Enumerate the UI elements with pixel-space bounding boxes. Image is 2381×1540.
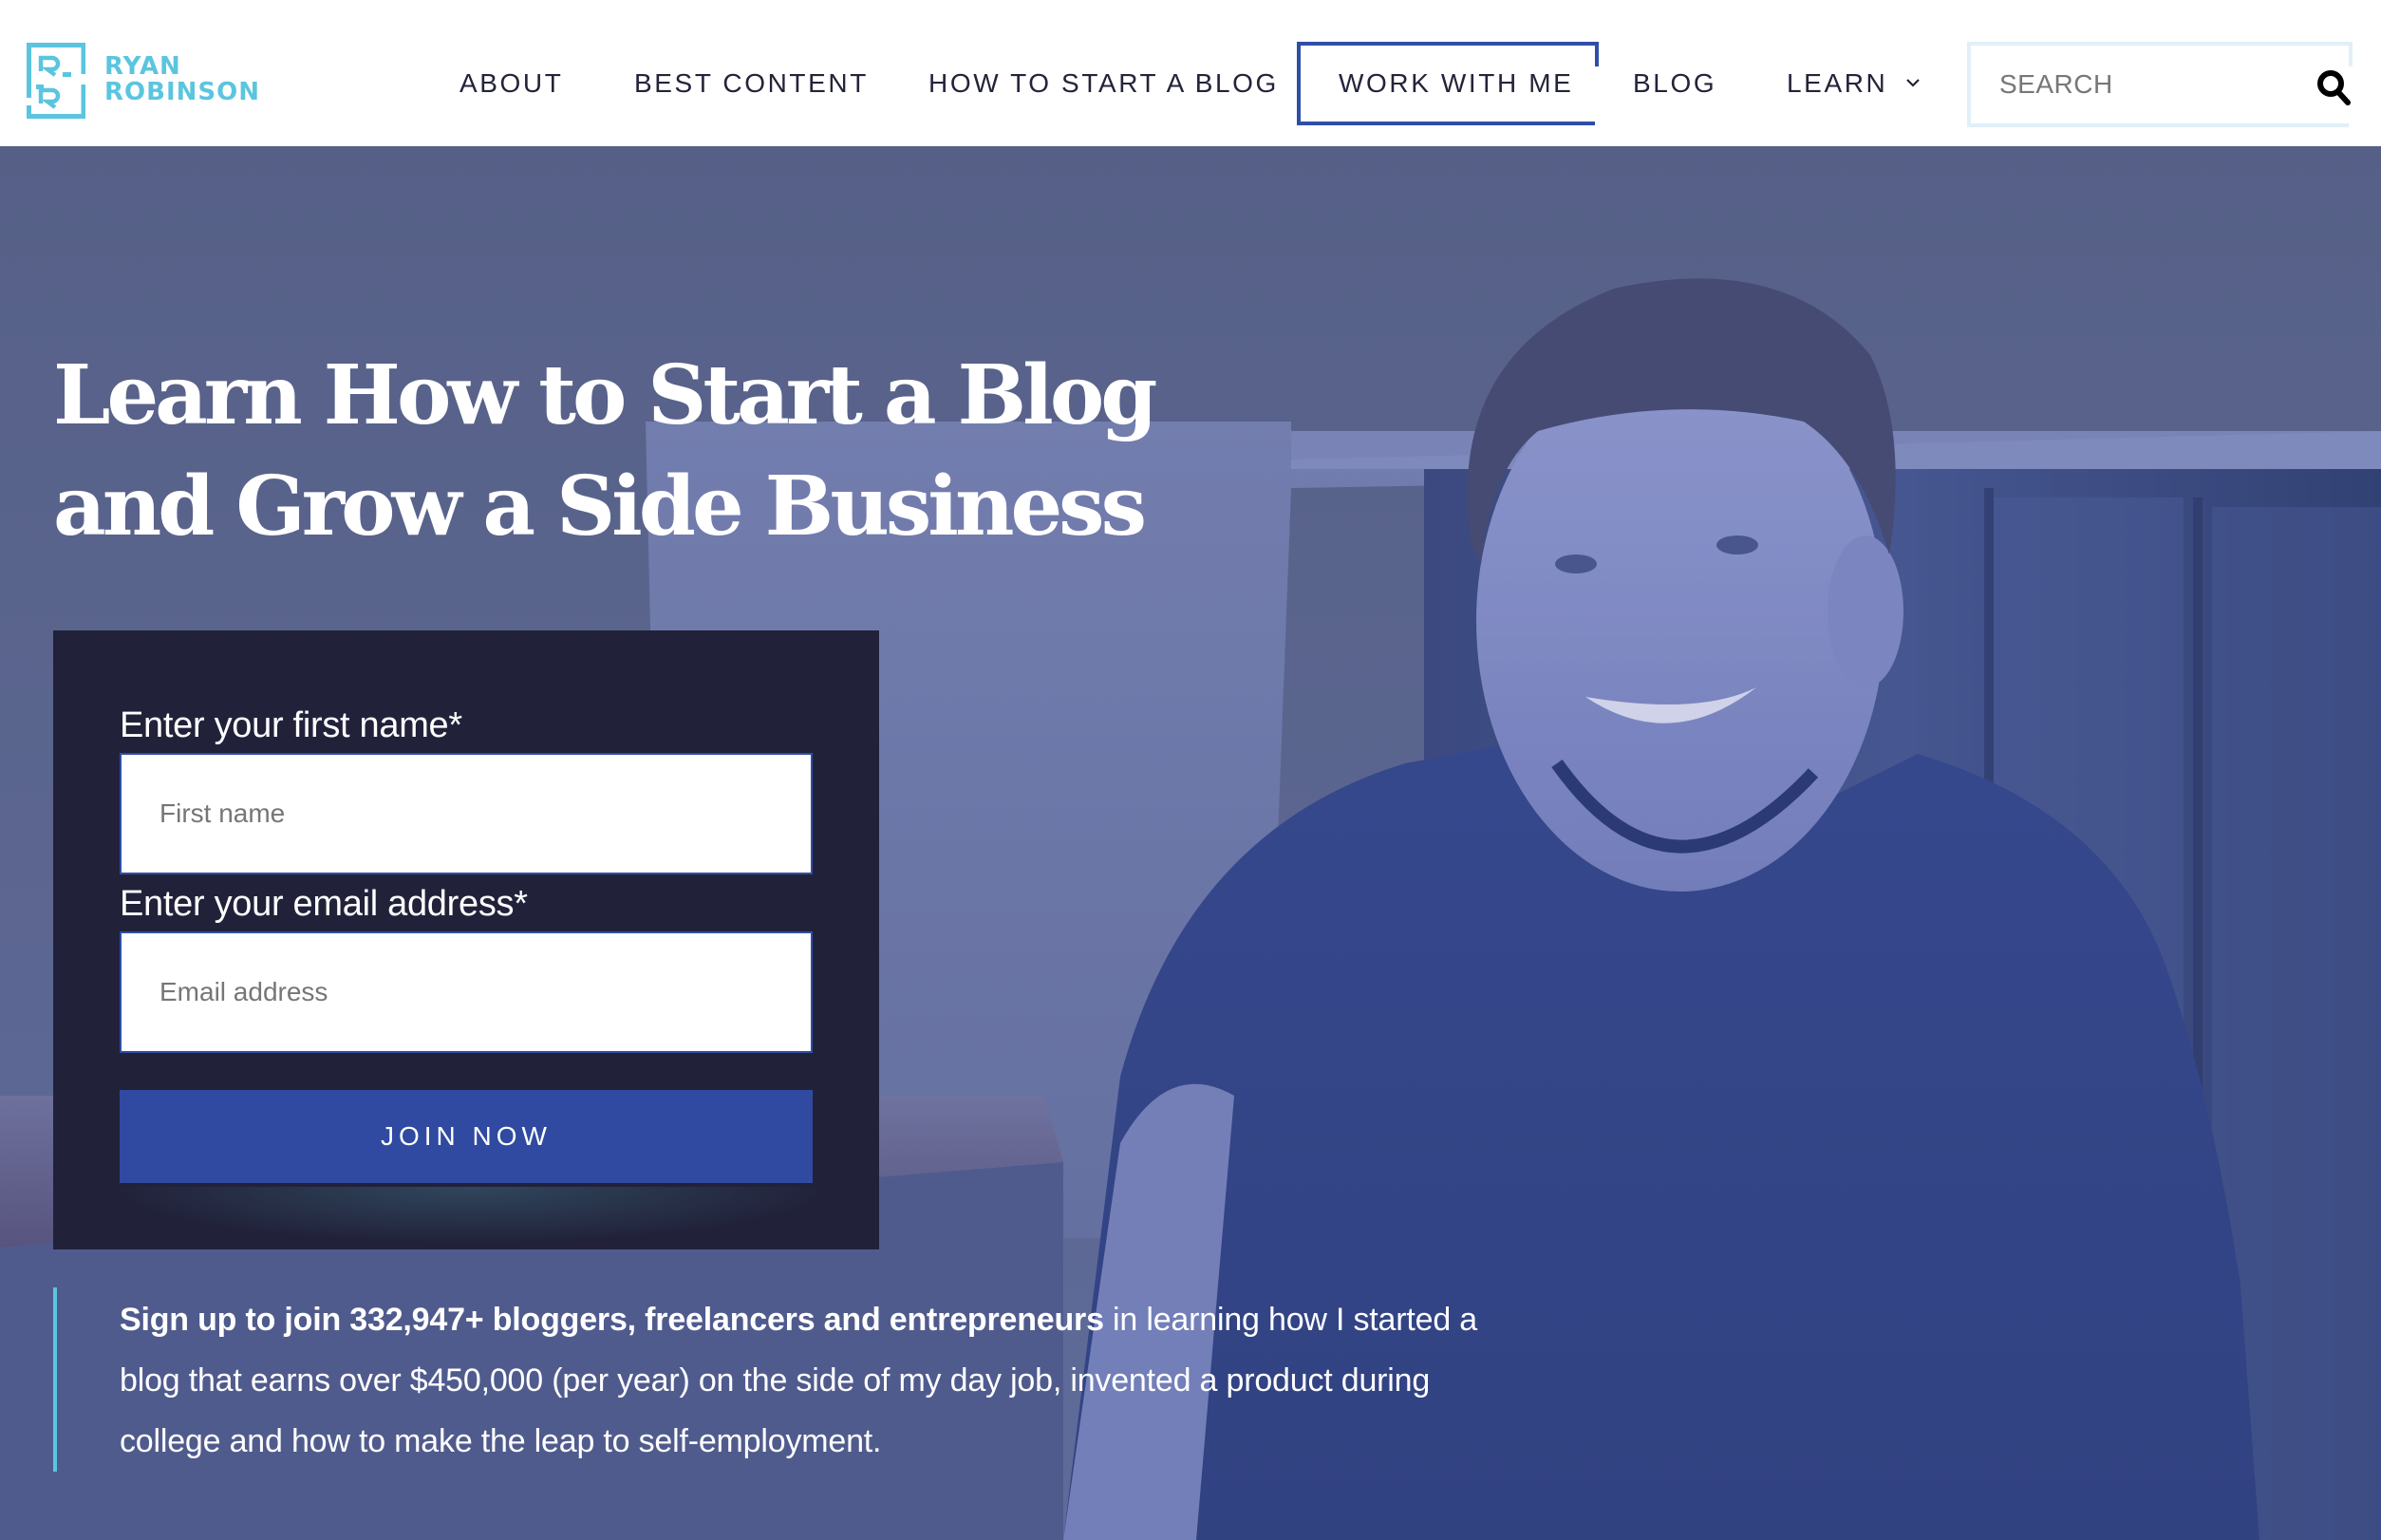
email-field[interactable] (120, 931, 813, 1053)
signup-form: Enter your first name* Enter your email … (53, 630, 879, 1249)
nav-item-how-to-start-a-blog[interactable]: HOW TO START A BLOG (928, 65, 1279, 103)
nav-item-work-with-me-label: WORK WITH ME (1339, 68, 1574, 98)
logo-text-first: RYAN (104, 52, 181, 81)
hero-title: Learn How to Start a Blog and Grow a Sid… (53, 340, 1287, 562)
first-name-field[interactable] (120, 753, 813, 874)
chevron-down-icon[interactable] (1904, 76, 1922, 89)
email-label: Enter your email address* (120, 884, 528, 924)
logo-text-last: ROBINSON (104, 78, 260, 106)
site-logo[interactable]: RYAN ROBINSON (27, 43, 273, 119)
hero-title-line-2: and Grow a Side Business (53, 459, 1147, 554)
search-icon[interactable] (2316, 68, 2353, 108)
logo-mark-icon (27, 43, 85, 119)
first-name-label: Enter your first name* (120, 705, 462, 745)
nav-item-learn[interactable]: LEARN (1787, 65, 1887, 103)
nav-item-work-with-me[interactable]: WORK WITH ME (1297, 42, 1599, 125)
nav-item-about[interactable]: ABOUT (459, 65, 563, 103)
signup-blurb-bold: Sign up to join 332,947+ bloggers, freel… (120, 1302, 1104, 1338)
nav-item-best-content[interactable]: BEST CONTENT (634, 65, 869, 103)
logo-wordmark: RYAN ROBINSON (104, 54, 260, 105)
search-box (1967, 42, 2353, 127)
signup-blurb: Sign up to join 332,947+ bloggers, freel… (53, 1287, 1477, 1472)
join-now-button[interactable]: JOIN NOW (120, 1090, 813, 1183)
signup-blurb-text: Sign up to join 332,947+ bloggers, freel… (120, 1289, 1487, 1472)
search-input[interactable] (1971, 46, 2284, 123)
hero-title-line-1: Learn How to Start a Blog (53, 347, 1157, 443)
nav-item-blog[interactable]: BLOG (1633, 65, 1716, 103)
button-glow (110, 1187, 832, 1244)
site-header: RYAN ROBINSON ABOUT BEST CONTENT HOW TO … (0, 0, 2381, 146)
hero-section: Learn How to Start a Blog and Grow a Sid… (0, 146, 2381, 1540)
